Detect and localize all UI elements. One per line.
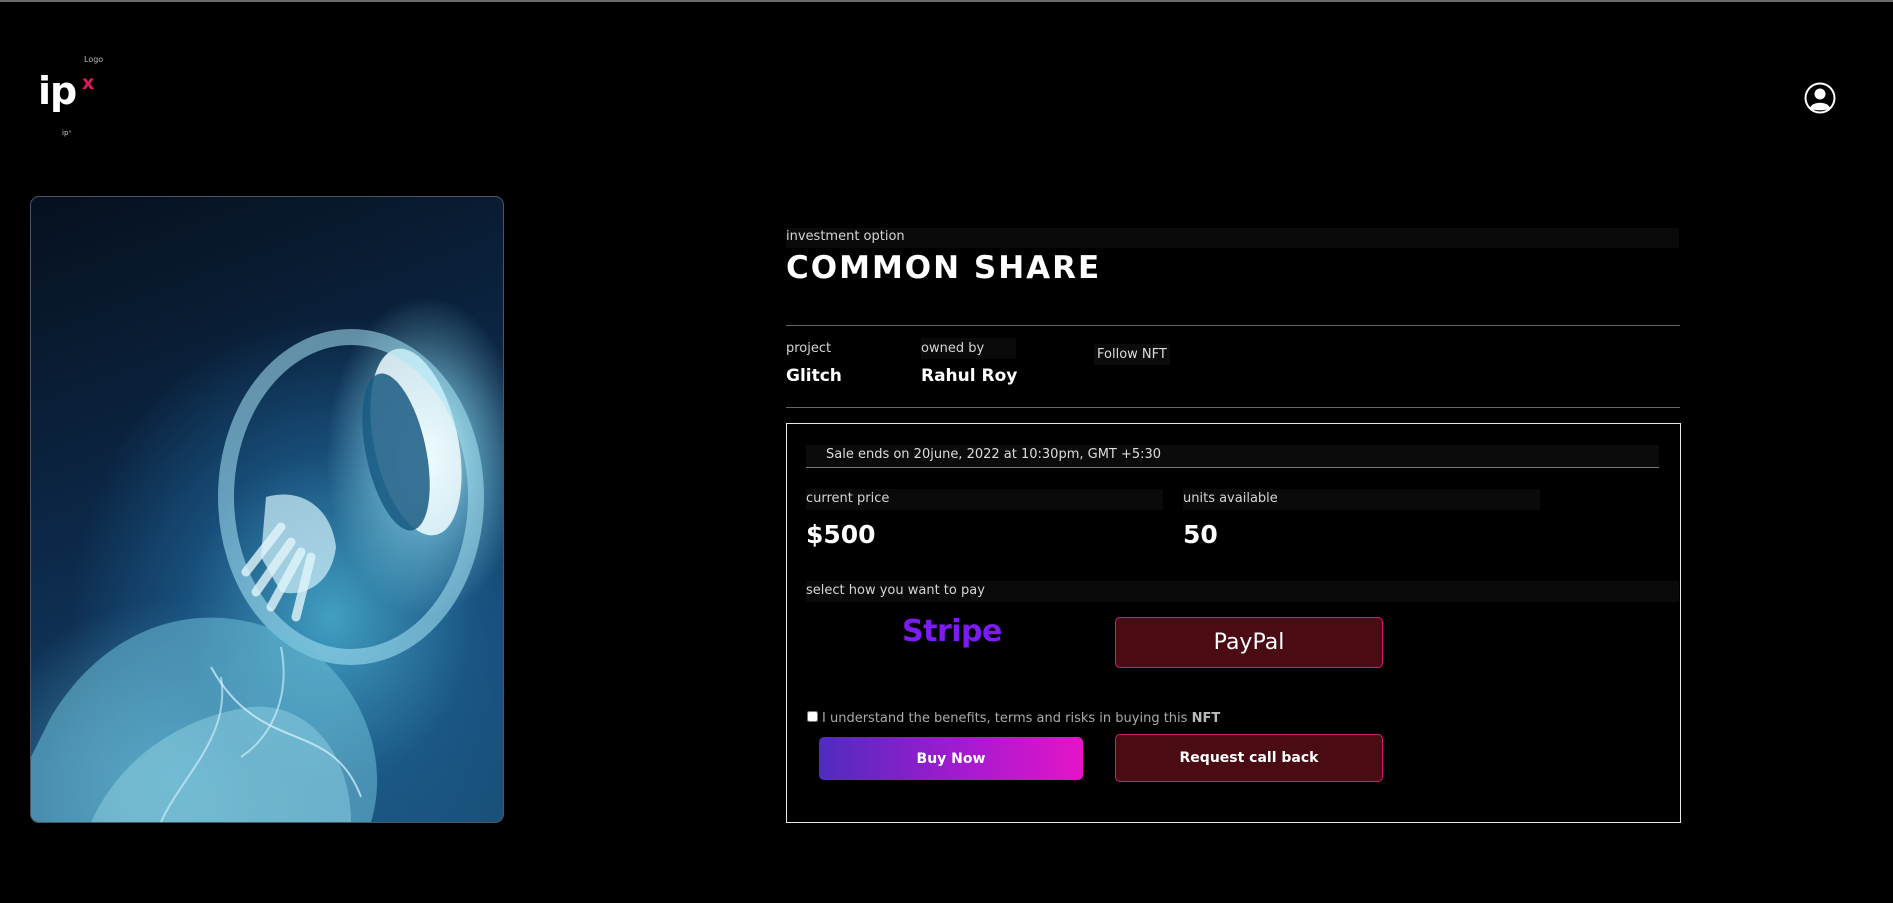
sale-ends-bar: Sale ends on 20june, 2022 at 10:30pm, GM…: [806, 445, 1659, 468]
investment-option-label: investment option: [786, 228, 1679, 248]
current-price-value: $500: [806, 520, 876, 549]
terms-checkbox[interactable]: [807, 711, 818, 722]
sale-ends-text: Sale ends on 20june, 2022 at 10:30pm, GM…: [826, 447, 1162, 462]
terms-text-nft: NFT: [1191, 711, 1221, 726]
owner-value[interactable]: Rahul Roy: [921, 366, 1017, 386]
project-value[interactable]: Glitch: [786, 366, 842, 386]
payment-method-label: select how you want to pay: [806, 581, 1679, 602]
top-border: [0, 0, 1893, 2]
divider-bottom: [786, 407, 1680, 408]
user-circle-icon[interactable]: [1803, 81, 1837, 115]
paypal-button[interactable]: PayPal: [1115, 617, 1383, 668]
owner-label: owned by: [921, 338, 1016, 359]
nft-artwork-image: [30, 196, 504, 823]
current-price-label: current price: [806, 489, 1163, 510]
terms-text: I understand the benefits, terms and ris…: [822, 711, 1220, 726]
units-available-label: units available: [1183, 489, 1540, 510]
project-label: project: [786, 341, 832, 356]
units-available-value: 50: [1183, 520, 1218, 549]
logo-caption: Logo: [84, 55, 104, 64]
terms-text-body: I understand the benefits, terms and ris…: [822, 711, 1192, 726]
logo-mark[interactable]: ip: [38, 72, 77, 110]
request-call-back-button[interactable]: Request call back: [1115, 734, 1383, 782]
page-title: COMMON SHARE: [786, 250, 1102, 286]
buy-now-button[interactable]: Buy Now: [819, 737, 1083, 780]
logo-superscript: x: [82, 72, 95, 94]
artwork-illustration: [31, 329, 484, 822]
divider-top: [786, 325, 1680, 326]
stripe-button[interactable]: Stripe: [902, 614, 1002, 649]
logo-small-text: ipˣ: [62, 129, 72, 137]
follow-nft-button[interactable]: Follow NFT: [1094, 344, 1170, 365]
